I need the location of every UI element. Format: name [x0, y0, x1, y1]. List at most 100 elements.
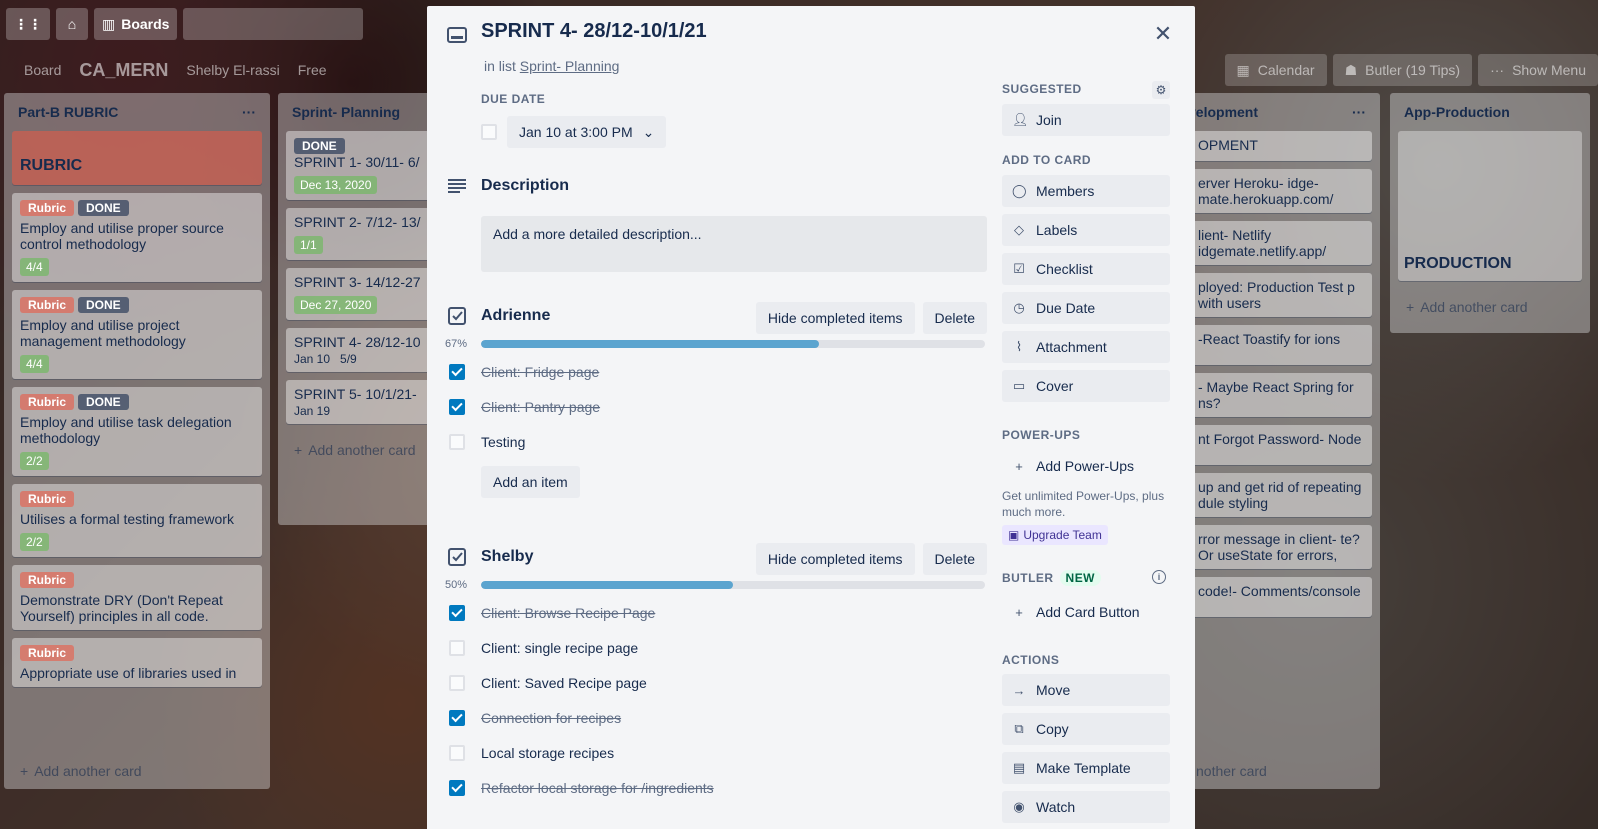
plus-icon: +	[294, 442, 303, 458]
item-text[interactable]: Client: Browse Recipe Page	[481, 605, 655, 621]
item-checkbox[interactable]	[449, 399, 465, 415]
item-text[interactable]: Client: Saved Recipe page	[481, 675, 647, 691]
item-checkbox[interactable]	[449, 640, 465, 656]
add-card-button-button[interactable]: + Add Card Button	[1002, 596, 1170, 628]
make-template-button[interactable]: ▤ Make Template	[1002, 752, 1170, 784]
upgrade-team-button[interactable]: ▣ Upgrade Team	[1002, 525, 1108, 545]
item-checkbox[interactable]	[449, 605, 465, 621]
members-button[interactable]: ◯ Members	[1002, 175, 1170, 207]
checklist-item[interactable]: Client: Browse Recipe Page	[447, 595, 987, 631]
item-checkbox[interactable]	[449, 780, 465, 796]
label-rubric: Rubric	[20, 394, 75, 410]
due-complete-checkbox[interactable]	[481, 124, 497, 140]
item-checkbox[interactable]	[449, 710, 465, 726]
copy-button[interactable]: ⧉ Copy	[1002, 713, 1170, 745]
move-button[interactable]: → Move	[1002, 674, 1170, 706]
info-icon[interactable]: i	[1152, 570, 1166, 584]
card-text: Demonstrate DRY (Don't Repeat Yourself) …	[20, 592, 223, 624]
due-date-button[interactable]: Jan 10 at 3:00 PM ⌄	[507, 116, 667, 148]
card-list-info: in list Sprint- Planning	[484, 58, 620, 74]
item-text[interactable]: Client: Pantry page	[481, 399, 600, 415]
add-item-button[interactable]: Add an item	[481, 466, 580, 498]
item-text[interactable]: Client: Fridge page	[481, 364, 599, 380]
power-ups-heading: POWER-UPS	[1002, 428, 1081, 442]
item-text[interactable]: Refactor local storage for /ingredients	[481, 780, 714, 796]
close-icon[interactable]: ✕	[1143, 14, 1183, 54]
checklist-item[interactable]: Client: Fridge page	[447, 354, 987, 390]
due-badge: Dec 13, 2020	[294, 176, 378, 194]
list-card[interactable]: Rubric Utilises a formal testing framewo…	[12, 484, 262, 557]
watch-button[interactable]: ◉ Watch	[1002, 791, 1170, 823]
checklist-button[interactable]: ☑ Checklist	[1002, 253, 1170, 285]
add-another-card-button[interactable]: + Add another card	[4, 753, 158, 789]
add-another-card-button[interactable]: nother card	[1180, 753, 1283, 789]
search-input[interactable]	[183, 8, 364, 40]
list-title[interactable]: Part-B RUBRIC	[18, 104, 118, 120]
hide-completed-button[interactable]: Hide completed items	[755, 302, 915, 334]
item-text[interactable]: Client: single recipe page	[481, 640, 638, 656]
person-icon: ◯	[1012, 183, 1027, 198]
description-input[interactable]: Add a more detailed description...	[481, 216, 987, 272]
delete-checklist-button[interactable]: Delete	[922, 302, 987, 334]
due-badge: Jan 10	[294, 352, 331, 366]
item-checkbox[interactable]	[449, 675, 465, 691]
label-rubric: Rubric	[20, 645, 75, 661]
delete-checklist-button[interactable]: Delete	[922, 543, 987, 575]
checklist-item[interactable]: Refactor local storage for /ingredients	[447, 770, 987, 806]
due-date-button[interactable]: ◷ Due Date	[1002, 292, 1170, 324]
board-view-switcher[interactable]: Board	[24, 62, 61, 78]
item-checkbox[interactable]	[449, 745, 465, 761]
list-menu-icon[interactable]: ···	[1352, 104, 1366, 120]
power-ups-note: Get unlimited Power-Ups, plus much more.	[1002, 489, 1165, 519]
checklist-item[interactable]: Client: Pantry page	[447, 389, 987, 425]
card-cover[interactable]: RUBRIC	[12, 131, 262, 185]
hide-completed-button[interactable]: Hide completed items	[755, 543, 915, 575]
item-checkbox[interactable]	[449, 434, 465, 450]
item-text[interactable]: Testing	[481, 434, 525, 450]
checklist-item[interactable]: Client: Saved Recipe page	[447, 665, 987, 701]
list-card[interactable]: Rubric DONE Employ and utilise proper sou…	[12, 193, 262, 282]
list-title[interactable]: App-Production	[1404, 104, 1510, 120]
home-button[interactable]: ⌂	[56, 8, 88, 40]
list-card[interactable]: Rubric DONE Employ and utilise task deleg…	[12, 387, 262, 476]
checklist-title[interactable]: Adrienne	[481, 307, 550, 325]
list-title[interactable]: velopment	[1188, 104, 1258, 120]
labels-button[interactable]: ◇ Labels	[1002, 214, 1170, 246]
list-card[interactable]: Rubric Appropriate use of libraries used…	[12, 638, 262, 687]
join-button[interactable]: 👤︎ Join	[1002, 104, 1170, 136]
checklist-item[interactable]: Client: single recipe page	[447, 630, 987, 666]
list-link[interactable]: Sprint- Planning	[520, 58, 620, 74]
checklist-item[interactable]: Testing	[447, 424, 987, 460]
checklist-title[interactable]: Shelby	[481, 548, 533, 566]
label-rubric: Rubric	[20, 491, 75, 507]
description-icon	[447, 176, 467, 196]
add-another-card-button[interactable]: + Add another card	[1390, 289, 1590, 325]
boards-button[interactable]: ▥ Boards	[94, 8, 178, 40]
list-card[interactable]: Rubric Demonstrate DRY (Don't Repeat You…	[12, 565, 262, 630]
card-cover-image[interactable]: PRODUCTION	[1398, 131, 1582, 281]
list-menu-icon[interactable]: ···	[242, 104, 256, 120]
calendar-button[interactable]: ▦ Calendar	[1224, 54, 1327, 86]
gear-icon[interactable]: ⚙	[1152, 81, 1170, 99]
list-title[interactable]: Sprint- Planning	[292, 104, 400, 120]
butler-button[interactable]: ☗ Butler (19 Tips)	[1332, 54, 1473, 86]
card-title[interactable]: SPRINT 4- 28/12-10/1/21	[481, 20, 707, 43]
item-text[interactable]: Connection for recipes	[481, 710, 621, 726]
apps-button[interactable]: ⋮⋮	[6, 8, 50, 40]
grid-icon: ⋮⋮	[14, 15, 42, 32]
plus-icon: +	[1015, 458, 1023, 474]
cover-button[interactable]: ▭ Cover	[1002, 370, 1170, 402]
add-power-ups-button[interactable]: + Add Power-Ups	[1002, 450, 1170, 482]
board-owner[interactable]: Shelby El-rassi	[186, 62, 279, 78]
board-name[interactable]: CA_MERN	[79, 60, 168, 81]
item-text[interactable]: Local storage recipes	[481, 745, 614, 761]
progress-bar-fill	[481, 340, 819, 348]
show-menu-button[interactable]: ··· Show Menu	[1478, 54, 1598, 86]
checklist-item[interactable]: Connection for recipes	[447, 700, 987, 736]
checklist-item[interactable]: Local storage recipes	[447, 735, 987, 771]
attachment-button[interactable]: ⌇ Attachment	[1002, 331, 1170, 363]
butler-heading: BUTLER NEW	[1002, 570, 1101, 586]
copy-icon: ⧉	[1014, 721, 1024, 736]
list-card[interactable]: Rubric DONE Employ and utilise project ma…	[12, 290, 262, 379]
item-checkbox[interactable]	[449, 364, 465, 380]
